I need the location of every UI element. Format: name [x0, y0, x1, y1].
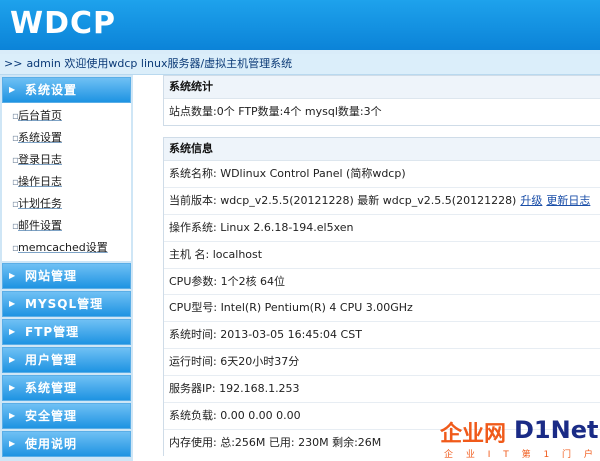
info-row-hostname: 主机 名: localhost	[164, 242, 600, 269]
arrow-right-icon: ▶	[9, 411, 16, 420]
arrow-right-icon: ▶	[9, 439, 16, 448]
sidebar-section-system-management[interactable]: ▶ 系统管理	[2, 375, 131, 401]
sidebar-section-security-management[interactable]: ▶ 安全管理	[2, 403, 131, 429]
sidebar-item-label: 系统设置	[18, 131, 62, 144]
sidebar-section-user-management[interactable]: ▶ 用户管理	[2, 347, 131, 373]
sidebar: ▶ 系统设置 ▫后台首页 ▫系统设置 ▫登录日志 ▫操作日志 ▫计划任务 ▫邮件…	[0, 75, 133, 461]
stats-line: 站点数量:0个 FTP数量:4个 mysql数量:3个	[169, 105, 382, 118]
stats-panel: 系统统计 站点数量:0个 FTP数量:4个 mysql数量:3个	[163, 75, 600, 126]
main-content: 系统统计 站点数量:0个 FTP数量:4个 mysql数量:3个 系统信息 系统…	[145, 75, 600, 461]
sidebar-submenu: ▫后台首页 ▫系统设置 ▫登录日志 ▫操作日志 ▫计划任务 ▫邮件设置 ▫mem…	[2, 103, 131, 261]
sidebar-section-label: 系统管理	[25, 381, 78, 395]
sidebar-section-label: MYSQL管理	[25, 297, 104, 311]
sidebar-section-label: 网站管理	[25, 269, 78, 283]
watermark-en-text: D1Net	[514, 416, 599, 444]
arrow-right-icon: ▶	[9, 355, 16, 364]
sidebar-section-label: 用户管理	[25, 353, 78, 367]
sidebar-section-label: 安全管理	[25, 409, 78, 423]
sidebar-item-label: 计划任务	[18, 197, 62, 210]
info-row-system-time: 系统时间: 2013-03-05 16:45:04 CST	[164, 322, 600, 350]
sidebar-item-scheduled-tasks[interactable]: ▫计划任务	[2, 193, 131, 215]
sidebar-item-dashboard[interactable]: ▫后台首页	[2, 105, 131, 127]
sidebar-section-system-settings[interactable]: ▶ 系统设置	[2, 77, 131, 103]
info-row-server-ip: 服务器IP: 192.168.1.253	[164, 376, 600, 404]
sidebar-item-mail-settings[interactable]: ▫邮件设置	[2, 215, 131, 237]
sidebar-item-label: 邮件设置	[18, 219, 62, 232]
sidebar-section-site-management[interactable]: ▶ 网站管理	[2, 263, 131, 289]
info-row-uptime: 运行时间: 6天20小时37分	[164, 349, 600, 377]
arrow-right-icon: ▶	[9, 271, 16, 280]
header-bar: WDCP	[0, 0, 600, 50]
sidebar-section-ftp-management[interactable]: ▶ FTP管理	[2, 319, 131, 345]
sidebar-item-label: 登录日志	[18, 153, 62, 166]
wdcp-logo: WDCP	[10, 6, 116, 41]
changelog-link[interactable]: 更新日志	[546, 194, 590, 207]
info-row-cpu-model: CPU型号: Intel(R) Pentium(R) 4 CPU 3.00GHz	[164, 295, 600, 323]
stats-title: 系统统计	[164, 76, 600, 99]
watermark-cn-text: 企业网	[440, 422, 507, 447]
sidebar-item-operation-log[interactable]: ▫操作日志	[2, 171, 131, 193]
arrow-right-icon: ▶	[9, 85, 16, 94]
system-info-panel: 系统信息 系统名称: WDlinux Control Panel (简称wdcp…	[163, 137, 600, 456]
sidebar-item-system-settings[interactable]: ▫系统设置	[2, 127, 131, 149]
info-row-version: 当前版本: wdcp_v2.5.5(20121228) 最新 wdcp_v2.5…	[164, 188, 600, 215]
sidebar-item-label: 操作日志	[18, 175, 62, 188]
info-row-system-name: 系统名称: WDlinux Control Panel (简称wdcp)	[164, 161, 600, 188]
breadcrumb-prefix: >>	[4, 57, 23, 70]
sidebar-item-login-log[interactable]: ▫登录日志	[2, 149, 131, 171]
arrow-right-icon: ▶	[9, 383, 16, 392]
info-row-version-text: 当前版本: wdcp_v2.5.5(20121228) 最新 wdcp_v2.5…	[169, 193, 517, 207]
arrow-right-icon: ▶	[9, 299, 16, 308]
d1net-watermark-logo: 企业网 D1Net 企 业 I T 第 1 门 户	[440, 416, 600, 461]
sidebar-section-label: 系统设置	[25, 83, 78, 97]
sidebar-section-label: 使用说明	[25, 437, 78, 451]
arrow-right-icon: ▶	[9, 327, 16, 336]
info-row-os: 操作系统: Linux 2.6.18-194.el5xen	[164, 215, 600, 242]
sidebar-section-mysql-management[interactable]: ▶ MYSQL管理	[2, 291, 131, 317]
sidebar-item-label: memcached设置	[18, 241, 108, 254]
welcome-text: admin 欢迎使用wdcp linux服务器/虚拟主机管理系统	[26, 57, 293, 70]
info-row-cpu-params: CPU参数: 1个2核 64位	[164, 269, 600, 296]
upgrade-link[interactable]: 升级	[520, 194, 542, 207]
sidebar-section-help[interactable]: ▶ 使用说明	[2, 431, 131, 457]
breadcrumb: >> admin 欢迎使用wdcp linux服务器/虚拟主机管理系统	[0, 54, 600, 75]
sidebar-item-label: 后台首页	[18, 109, 62, 122]
system-info-title: 系统信息	[164, 138, 600, 161]
sidebar-item-memcached-settings[interactable]: ▫memcached设置	[2, 237, 131, 259]
sidebar-section-label: FTP管理	[25, 325, 80, 339]
watermark-tagline: 企 业 I T 第 1 门 户	[444, 450, 598, 460]
